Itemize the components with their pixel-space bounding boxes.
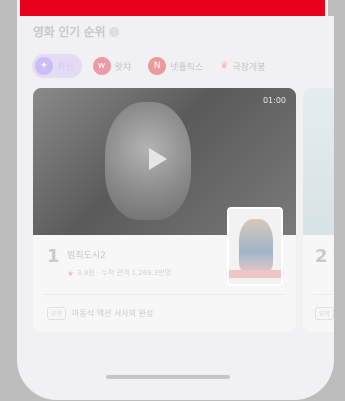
rating-meta: 3.9점 · 누적 관객 1,269.3만명	[77, 269, 172, 277]
watcha-logo-icon: w	[92, 57, 111, 75]
star-icon: ★	[333, 268, 334, 277]
tagline-text: 마동석 액션 서사의 완성	[72, 309, 154, 318]
play-icon[interactable]	[149, 148, 167, 170]
tagline-row[interactable]: 요약 마동석 액션 서사의 완성	[47, 307, 153, 320]
poster-title-band	[229, 270, 281, 278]
tab-label: 극장개봉	[232, 62, 266, 73]
summary-badge: 요약	[315, 307, 334, 320]
home-indicator[interactable]	[106, 375, 230, 379]
star-icon: ★	[67, 268, 75, 278]
movie-poster[interactable]	[227, 207, 283, 286]
rank-number: 1	[47, 246, 60, 267]
rank-number: 2	[315, 246, 328, 267]
divider	[43, 294, 286, 295]
top-red-bar	[17, 0, 328, 16]
movie-title[interactable]: 범죄도시2	[67, 248, 106, 261]
poster-image	[239, 219, 273, 273]
tab-theater[interactable]: ♛ 극장개봉	[217, 54, 271, 78]
video-thumbnail[interactable]	[303, 88, 334, 235]
rating-line: ★	[333, 268, 334, 277]
video-duration: 01:00	[262, 96, 286, 105]
movie-card[interactable]: 01:00 1 범죄도시2 ★ 3.9점 · 누적 관객 1,269.3만명 요…	[33, 88, 296, 332]
app-screen: 영화 인기 순위 ✦ 최신 w 왓챠 N 넷플릭스 ♛ 극장개봉 01:00 1…	[17, 16, 334, 400]
movie-card[interactable]: 2 탑 ★ 요약	[303, 88, 334, 332]
netflix-logo-icon: N	[148, 57, 167, 75]
divider	[313, 294, 334, 295]
thumbnail-image	[105, 102, 191, 220]
info-icon[interactable]	[109, 26, 120, 37]
tab-netflix[interactable]: N 넷플릭스	[145, 54, 209, 78]
tab-latest[interactable]: ✦ 최신	[32, 54, 82, 78]
movie-title[interactable]: 탑	[333, 248, 334, 261]
rating-line: ★ 3.9점 · 누적 관객 1,269.3만명	[67, 268, 171, 278]
tab-label: 최신	[57, 62, 74, 73]
character-icon: ✦	[35, 57, 53, 75]
tagline-row[interactable]: 요약	[315, 307, 334, 320]
tab-label: 왓챠	[114, 62, 132, 73]
section-title: 영화 인기 순위	[33, 25, 106, 39]
tab-label: 넷플릭스	[170, 62, 204, 73]
tab-watcha[interactable]: w 왓챠	[90, 54, 138, 78]
section-header: 영화 인기 순위	[33, 23, 120, 40]
category-tabs: ✦ 최신 w 왓챠 N 넷플릭스 ♛ 극장개봉	[32, 54, 279, 78]
theater-icon: ♛	[220, 61, 229, 71]
summary-badge: 요약	[47, 307, 67, 320]
